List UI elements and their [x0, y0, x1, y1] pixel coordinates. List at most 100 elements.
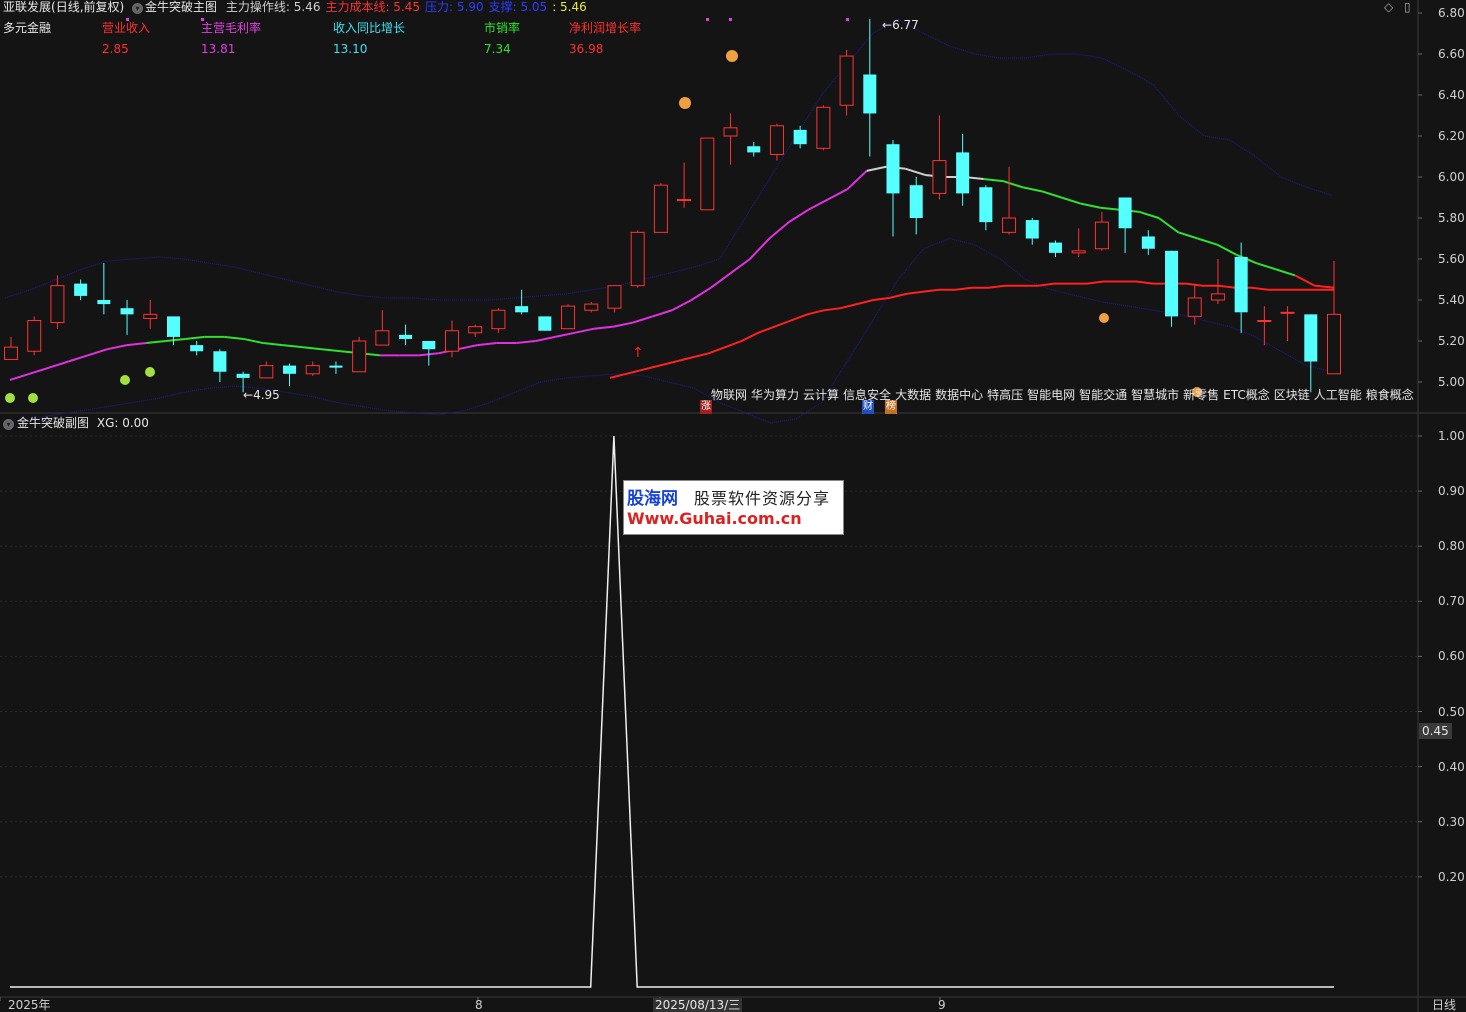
watermark-logo: 股海网 股票软件资源分享 Www.Guhai.com.cn [623, 480, 844, 535]
resistance-line [4, 18, 1333, 301]
y-tick-label: 6.40 [1438, 88, 1465, 102]
period-label[interactable]: 日线 [1432, 998, 1456, 1012]
x-label-year: 2025年 [8, 998, 51, 1012]
x-label-aug: 8 [475, 998, 483, 1012]
operation-line-segment [613, 321, 634, 328]
operation-line-segment [866, 165, 887, 172]
concept-tag[interactable]: 物联网 [711, 388, 747, 402]
y-tick-label: 6.20 [1438, 129, 1465, 143]
concept-tag[interactable]: 区块链 [1274, 388, 1310, 402]
operation-line-segment [457, 344, 478, 351]
operation-line-segment [1177, 231, 1199, 240]
y-tick-label: 5.60 [1438, 252, 1465, 266]
sub-y-tick-label: 0.50 [1438, 704, 1465, 719]
apple-icon [28, 393, 38, 403]
indicator-value-3: 支撑: 5.05 [488, 0, 548, 14]
operation-line-segment [749, 237, 771, 260]
operation-line-segment [632, 315, 653, 324]
candle-body-up [816, 106, 831, 149]
candle-body-up [561, 305, 576, 330]
operation-line-segment [983, 178, 1004, 183]
y-tick-label: 5.80 [1438, 211, 1465, 225]
candle-body-down [863, 74, 877, 114]
sub-header: ▾ 金牛突破副图 XG: 0.00 [3, 416, 149, 430]
signal-dot [846, 18, 849, 21]
sub-dropdown-icon[interactable]: ▾ [3, 419, 14, 430]
fund-label-1: 主营毛利率 [201, 21, 262, 35]
operation-line-segment [652, 309, 673, 318]
header-bar: 亚联发展(日线,前复权) ▾ 金牛突破主图 主力操作线: 5.46 主力成本线: 5… [3, 0, 587, 14]
hammer-icon [726, 50, 738, 62]
concept-tag[interactable]: 云计算 [803, 388, 839, 402]
concept-tag[interactable]: 大数据 [895, 388, 931, 402]
concept-tag[interactable]: 智慧城市 [1131, 388, 1179, 402]
candle-body-down [329, 365, 343, 368]
operation-line-segment [594, 325, 614, 330]
concept-tag[interactable]: 特高压 [987, 388, 1023, 402]
operation-line-segment [1255, 262, 1276, 271]
low-price-label: ←4.95 [243, 388, 280, 402]
diamond-icon[interactable]: ◇ [1384, 0, 1393, 14]
operation-line-segment [1314, 284, 1335, 289]
concept-tag[interactable]: 人工智能 [1314, 388, 1362, 402]
operation-line-segment [165, 337, 186, 342]
operation-line-segment [690, 286, 712, 301]
candle-body-down [213, 351, 227, 372]
concept-tag[interactable]: 数据中心 [935, 388, 983, 402]
operation-line-segment [1294, 274, 1315, 287]
cai-badge[interactable]: 财 [862, 400, 874, 414]
candle-body-up [1257, 320, 1272, 322]
candle-body-up [50, 285, 65, 324]
sub-indicator-name[interactable]: 金牛突破副图 [17, 416, 89, 430]
candle-body-down [1118, 197, 1132, 229]
concept-tag[interactable]: ETC概念 [1223, 388, 1270, 402]
indicator-value-0: 主力操作线: 5.46 [225, 0, 321, 14]
operation-line-segment [477, 342, 497, 347]
operation-line-segment [710, 272, 732, 289]
zhang-badge[interactable]: 涨 [700, 400, 712, 414]
indicator-values: 主力操作线: 5.46 主力成本线: 5.45 压力: 5.90 支撑: 5.05: … [221, 0, 587, 14]
candle-body-up [677, 199, 692, 202]
stock-name[interactable]: 亚联发展 [3, 0, 51, 14]
x-label-cursor-date: 2025/08/13/三 [653, 998, 743, 1012]
indicator-dropdown-icon[interactable]: ▾ [132, 3, 144, 14]
concept-tag[interactable]: 粮食概念 [1366, 388, 1414, 402]
operation-line-segment [9, 372, 30, 381]
operation-line-segment [1022, 186, 1043, 193]
fund-value-0: 2.85 [102, 42, 129, 56]
candle-body-up [839, 55, 854, 106]
candle-body-down [74, 283, 88, 296]
candle-body-up [1094, 221, 1109, 250]
candle-body-down [236, 373, 250, 378]
fund-value-4: 36.98 [569, 42, 604, 56]
y-tick-label: 5.20 [1438, 334, 1465, 348]
signal-dot [706, 18, 709, 21]
operation-line-segment [827, 188, 848, 201]
operation-line-segment [729, 258, 751, 275]
candle-body-down [979, 187, 993, 223]
operation-line-segment [321, 348, 342, 353]
candle-body-down [538, 316, 552, 331]
candle-body-down [1048, 242, 1062, 253]
candle-body-down [1165, 250, 1179, 317]
bang-badge[interactable]: 榜 [885, 400, 897, 414]
operation-line-segment [185, 335, 205, 340]
candle-body-down [1025, 220, 1039, 239]
operation-line-segment [87, 348, 108, 357]
candle-body-up [445, 330, 459, 352]
panel-toggle-icon[interactable]: ▯ [1404, 0, 1411, 14]
indicator-value-2: 压力: 5.90 [425, 0, 484, 14]
concept-tag[interactable]: 华为算力 [751, 388, 799, 402]
candle-body-down [1304, 314, 1318, 362]
candle-body-up [1071, 250, 1086, 254]
main-indicator-name[interactable]: 金牛突破主图 [145, 0, 217, 14]
candle-body-down [956, 152, 970, 194]
concept-tag[interactable]: 智能电网 [1027, 388, 1075, 402]
candle-body-up [375, 330, 390, 346]
candle-body-up [259, 365, 274, 379]
operation-line-segment [1138, 210, 1160, 219]
sub-y-tick-label: 0.80 [1438, 539, 1465, 554]
indicator-value-4: : 5.46 [552, 0, 587, 14]
concept-tag[interactable]: 智能交通 [1079, 388, 1127, 402]
concept-tag[interactable]: 新零售 [1183, 388, 1219, 402]
